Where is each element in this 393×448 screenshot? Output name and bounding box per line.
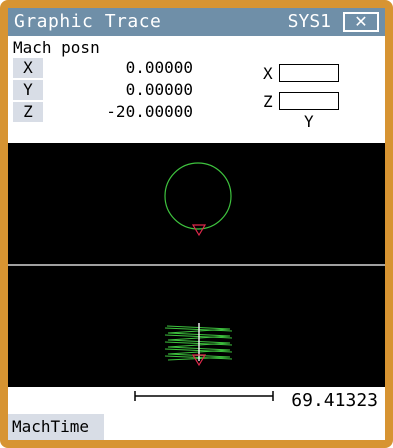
axis-value-y: 0.00000 — [125, 80, 193, 99]
scale-bar — [134, 391, 274, 401]
softkey-bar: MachTime — [8, 414, 385, 440]
title-bar: Graphic Trace SYS1 ✕ — [8, 8, 385, 36]
tool-marker-upper — [191, 224, 207, 237]
trace-canvas — [8, 162, 385, 367]
window-frame: Graphic Trace SYS1 ✕ Mach posn X 0.00000… — [0, 0, 393, 448]
close-icon: ✕ — [354, 12, 368, 31]
axis-name-x: X — [13, 58, 43, 78]
axis-name-y: Y — [13, 80, 43, 100]
lower-view — [164, 323, 233, 367]
axis-value-z: -20.00000 — [106, 102, 193, 121]
plane-axis-label: Y — [304, 112, 314, 131]
axis-row-y: Y 0.00000 — [13, 80, 193, 100]
plane-field-2-label: Z — [263, 92, 273, 111]
system-label: SYS1 — [287, 11, 331, 32]
upper-view — [164, 162, 232, 237]
circle-trace — [164, 162, 232, 230]
axis-row-x: X 0.00000 — [13, 58, 193, 78]
plane-field-1-input[interactable] — [279, 64, 339, 82]
plane-field-2-input[interactable] — [279, 92, 339, 110]
close-button[interactable]: ✕ — [343, 12, 379, 32]
axis-name-z: Z — [13, 102, 43, 122]
plane-field-1-label: X — [263, 64, 273, 83]
graphic-trace-panel: Graphic Trace SYS1 ✕ Mach posn X 0.00000… — [8, 8, 385, 440]
window-title: Graphic Trace — [14, 11, 162, 32]
machine-position-label: Mach posn — [13, 38, 100, 57]
axis-value-x: 0.00000 — [125, 58, 193, 77]
axis-row-z: Z -20.00000 — [13, 102, 193, 122]
machtime-softkey[interactable]: MachTime — [8, 414, 104, 440]
scale-value: 69.41323 — [291, 390, 378, 411]
graphic-display[interactable] — [8, 143, 385, 387]
